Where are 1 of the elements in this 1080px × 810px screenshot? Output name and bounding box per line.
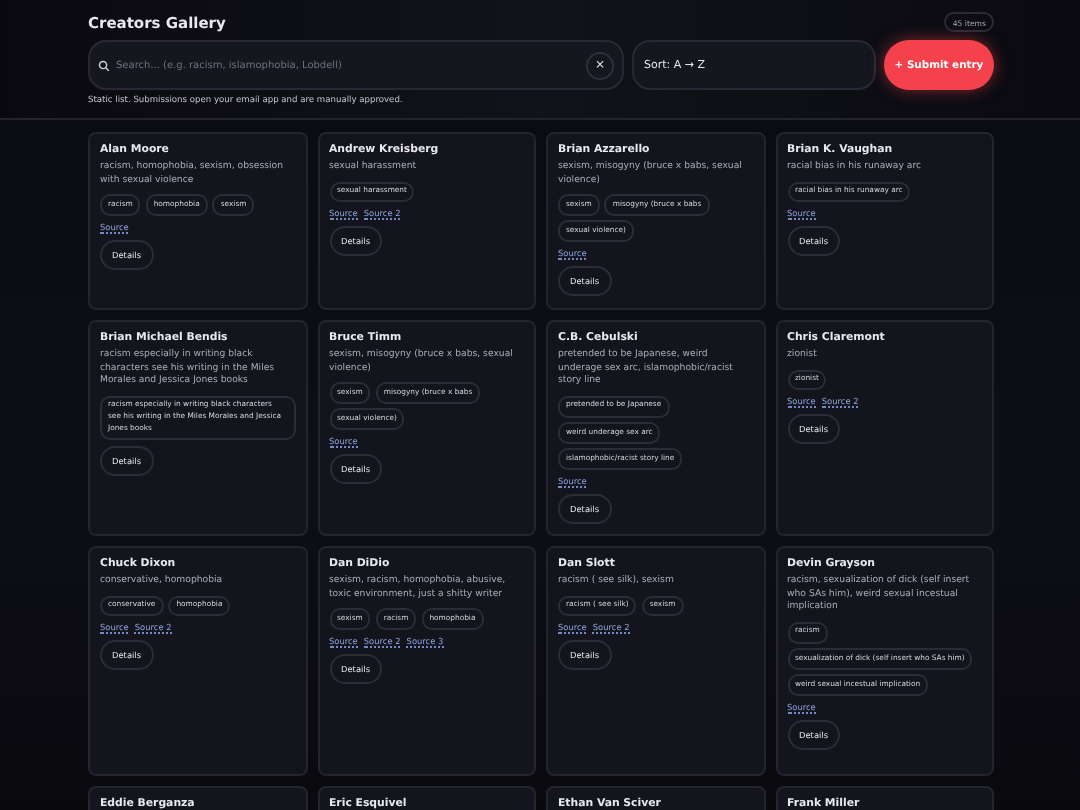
search-icon — [98, 59, 110, 71]
